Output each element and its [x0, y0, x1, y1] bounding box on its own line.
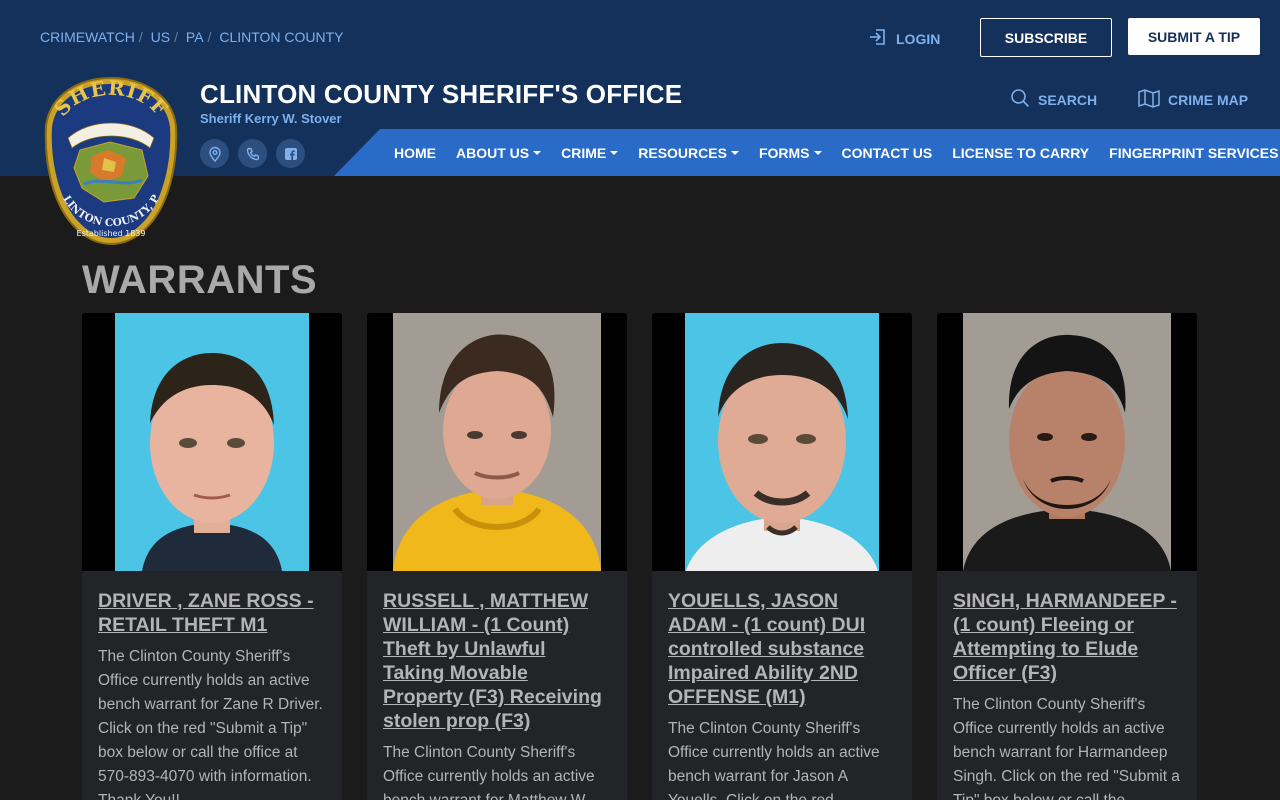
crime-map-label: CRIME MAP — [1168, 91, 1249, 108]
suspect-photo-image — [82, 313, 342, 571]
nav-forms[interactable]: FORMS — [759, 145, 822, 161]
nav-fingerprint-services-label: FINGERPRINT SERVICES — [1109, 144, 1279, 161]
nav-forms-label: FORMS — [758, 144, 810, 161]
warrant-card[interactable]: SINGH, HARMANDEEP - (1 count) Fleeing or… — [937, 313, 1197, 800]
warrant-card[interactable]: YOUELLS, JASON ADAM - (1 count) DUI cont… — [652, 313, 912, 800]
submit-tip-button[interactable]: SUBMIT A TIP — [1128, 18, 1260, 55]
card-title-link[interactable]: DRIVER , ZANE ROSS - RETAIL THEFT M1 — [98, 589, 326, 637]
nav-license-to-carry-label: LICENSE TO CARRY — [952, 144, 1090, 161]
card-title-link[interactable]: RUSSELL , MATTHEW WILLIAM - (1 Count) Th… — [383, 589, 611, 733]
site-subtitle: Sheriff Kerry W. Stover — [200, 111, 342, 126]
suspect-photo[interactable] — [367, 313, 627, 571]
card-body: YOUELLS, JASON ADAM - (1 count) DUI cont… — [652, 571, 912, 800]
breadcrumb-pa[interactable]: PA — [186, 29, 204, 45]
search-link[interactable]: SEARCH — [1010, 88, 1097, 111]
caret-down-icon — [533, 151, 542, 155]
card-description: The Clinton County Sheriff's Office curr… — [98, 648, 323, 800]
facebook-icon — [284, 147, 297, 160]
sheriff-badge-logo[interactable]: SHERIFF COMMITTED TO EXCELLENCE CLINTON … — [44, 76, 178, 246]
nav-crime-label: CRIME — [561, 144, 607, 161]
phone-icon-button[interactable] — [238, 139, 267, 168]
nav-contact-us-label: CONTACT US — [841, 144, 933, 161]
card-body: SINGH, HARMANDEEP - (1 count) Fleeing or… — [937, 571, 1197, 800]
card-title-link[interactable]: YOUELLS, JASON ADAM - (1 count) DUI cont… — [668, 589, 896, 709]
nav-resources[interactable]: RESOURCES — [638, 145, 739, 161]
suspect-photo[interactable] — [937, 313, 1197, 571]
suspect-photo[interactable] — [82, 313, 342, 571]
crime-map-link[interactable]: CRIME MAP — [1138, 88, 1248, 111]
warrant-card[interactable]: DRIVER , ZANE ROSS - RETAIL THEFT M1 The… — [82, 313, 342, 800]
login-label: LOGIN — [896, 30, 941, 47]
card-title-link[interactable]: SINGH, HARMANDEEP - (1 count) Fleeing or… — [953, 589, 1181, 685]
map-pin-icon — [208, 146, 221, 162]
location-icon-button[interactable] — [200, 139, 229, 168]
page-title: WARRANTS — [82, 258, 318, 302]
card-description: The Clinton County Sheriff's Office curr… — [953, 696, 1180, 800]
breadcrumb-clinton-county[interactable]: CLINTON COUNTY — [219, 29, 343, 45]
caret-down-icon — [813, 151, 822, 155]
site-header: CRIMEWATCH / US / PA / CLINTON COUNTY LOGIN… — [0, 0, 1280, 176]
nav-home[interactable]: HOME — [394, 145, 436, 161]
card-description: The Clinton County Sheriff's Office curr… — [668, 720, 880, 800]
nav-about-us[interactable]: ABOUT US — [456, 144, 542, 161]
caret-down-icon — [730, 151, 739, 155]
main-nav: HOME ABOUT US CRIME RESOURCES FORMS CONT… — [394, 129, 1280, 176]
search-label: SEARCH — [1038, 91, 1098, 108]
map-icon — [1138, 88, 1160, 111]
suspect-photo-image — [937, 313, 1197, 571]
card-body: DRIVER , ZANE ROSS - RETAIL THEFT M1 The… — [82, 571, 342, 800]
search-icon — [1010, 88, 1030, 111]
caret-down-icon — [610, 151, 619, 155]
phone-icon — [246, 147, 259, 160]
suspect-photo-image — [652, 313, 912, 571]
login-icon — [868, 27, 888, 50]
breadcrumb-us[interactable]: US — [151, 29, 170, 45]
nav-home-label: HOME — [394, 144, 436, 161]
site-title[interactable]: CLINTON COUNTY SHERIFF'S OFFICE — [200, 79, 682, 110]
facebook-icon-button[interactable] — [276, 139, 305, 168]
card-body: RUSSELL , MATTHEW WILLIAM - (1 Count) Th… — [367, 571, 627, 800]
nav-resources-label: RESOURCES — [638, 144, 727, 161]
suspect-photo-image — [367, 313, 627, 571]
login-link[interactable]: LOGIN — [868, 27, 940, 50]
suspect-photo[interactable] — [652, 313, 912, 571]
nav-contact-us[interactable]: CONTACT US — [842, 145, 933, 161]
badge-established-text: Established 1839 — [77, 229, 146, 238]
subscribe-button[interactable]: SUBSCRIBE — [980, 18, 1112, 57]
warrant-card[interactable]: RUSSELL , MATTHEW WILLIAM - (1 Count) Th… — [367, 313, 627, 800]
breadcrumb-crimewatch[interactable]: CRIMEWATCH — [40, 29, 135, 45]
card-description: The Clinton County Sheriff's Office curr… — [383, 744, 595, 800]
breadcrumb: CRIMEWATCH / US / PA / CLINTON COUNTY — [40, 29, 344, 45]
nav-crime[interactable]: CRIME — [561, 144, 619, 161]
nav-license-to-carry[interactable]: LICENSE TO CARRY — [952, 145, 1089, 161]
nav-fingerprint-services[interactable]: FINGERPRINT SERVICES — [1109, 145, 1278, 161]
nav-about-us-label: ABOUT US — [456, 144, 530, 161]
